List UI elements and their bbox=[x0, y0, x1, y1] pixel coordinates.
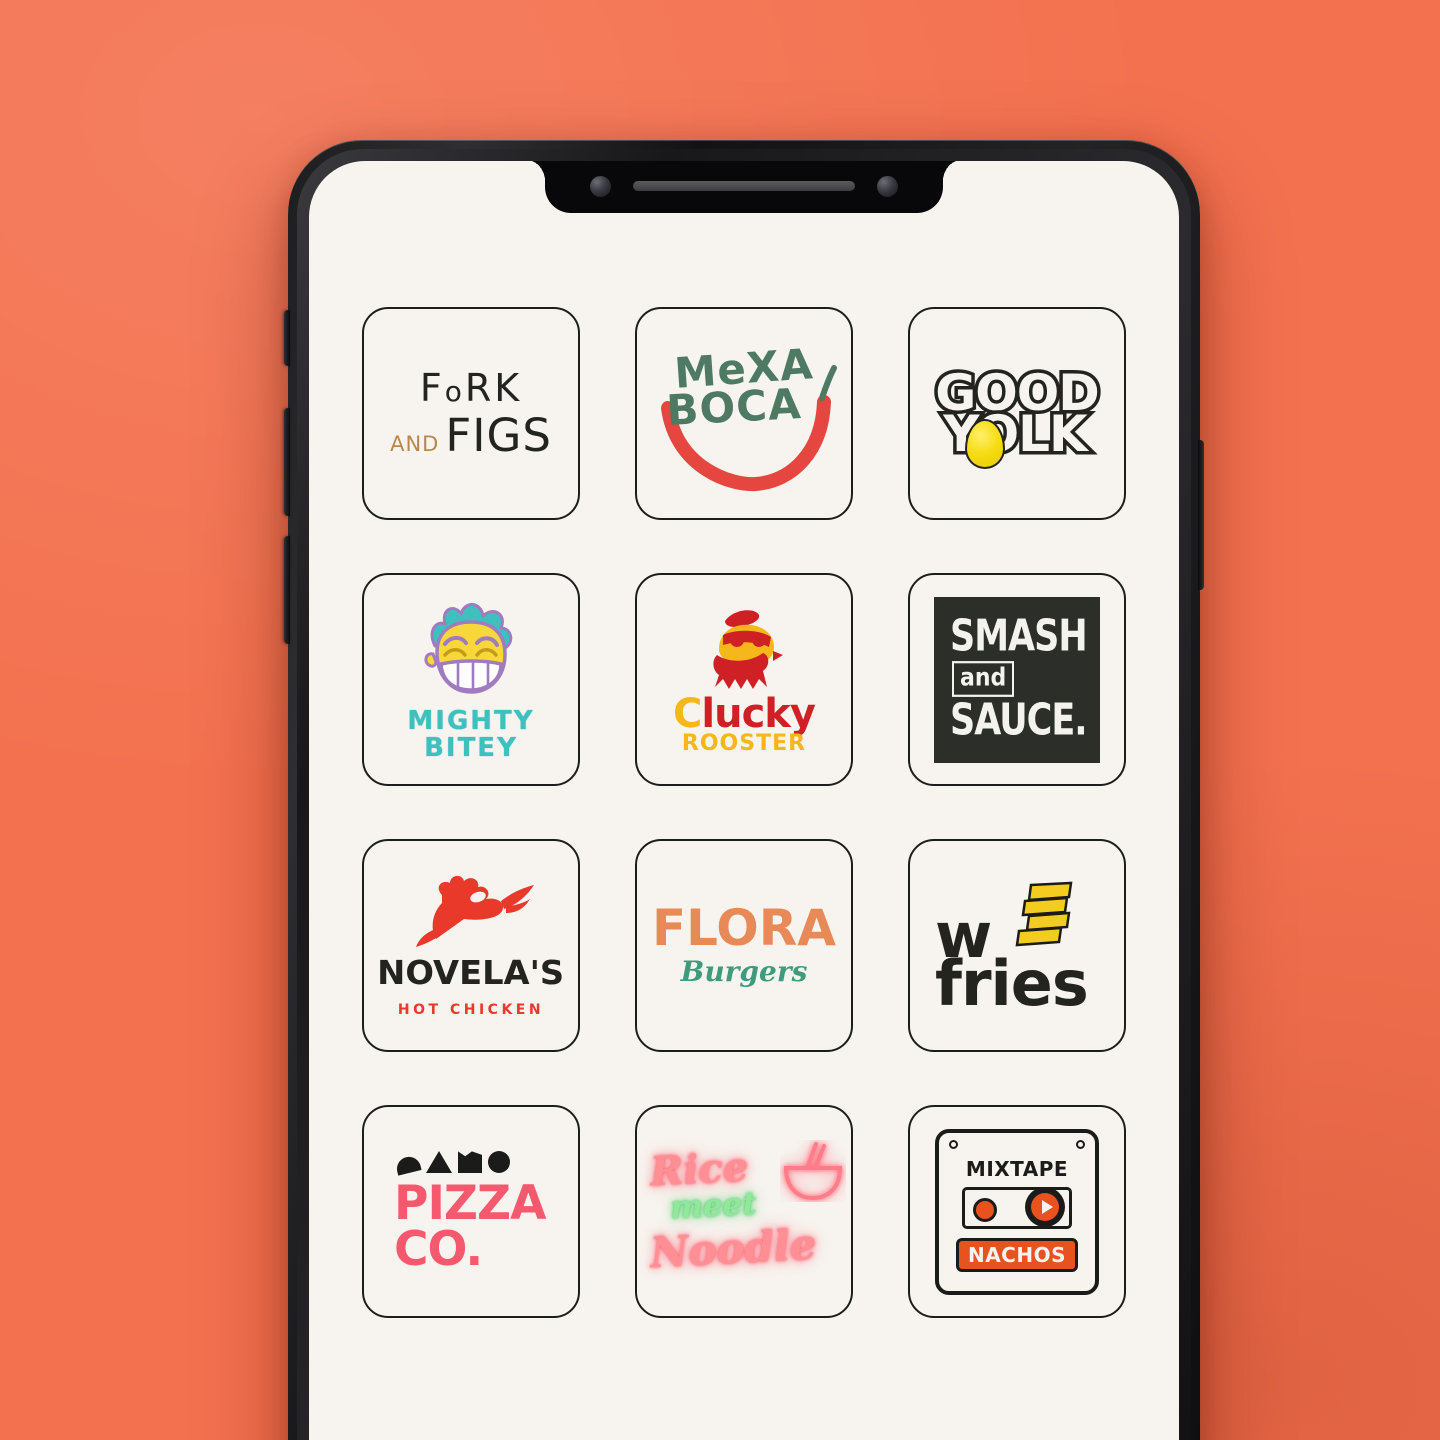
noodle-bowl-chopsticks-icon bbox=[783, 1141, 843, 1200]
fork-and-figs-line1: FoRK bbox=[419, 366, 523, 410]
fork-and-figs-line2: FIGS bbox=[445, 409, 552, 462]
rice-meet-noodle-line3: Noodle bbox=[648, 1219, 818, 1277]
logo-card-novelas-hot-chicken[interactable]: NOVELA'S HOT CHICKEN bbox=[362, 839, 580, 1052]
logo-card-w-fries[interactable]: w fries bbox=[908, 839, 1126, 1052]
cassette-tape-icon: MIXTAPE NACHOS bbox=[935, 1128, 1099, 1295]
phone-mockup: FoRK AND FIGS MeXA BOCA GOOD YOLK MIGHTY… bbox=[284, 140, 1204, 1440]
logo-card-mexa-boca[interactable]: MeXA BOCA bbox=[635, 307, 853, 520]
smash-and-sauce-line2: and bbox=[952, 660, 1015, 697]
play-button-icon[interactable] bbox=[1025, 1189, 1065, 1226]
flaming-rooster-head-icon bbox=[416, 875, 534, 947]
power-button[interactable] bbox=[1198, 440, 1204, 590]
abstract-topping-shapes-icon bbox=[394, 1151, 510, 1177]
logo-card-smash-and-sauce[interactable]: SMASH and SAUCE. bbox=[908, 573, 1126, 786]
mixtape-line2: NACHOS bbox=[967, 1242, 1067, 1267]
cassette-reel-icon bbox=[973, 1197, 997, 1222]
logo-card-mixtape-nachos[interactable]: MIXTAPE NACHOS bbox=[908, 1105, 1126, 1318]
logo-card-flora-burgers[interactable]: FLORA Burgers bbox=[635, 839, 853, 1052]
camera-dot-icon bbox=[590, 175, 611, 197]
mexa-boca-line2: BOCA bbox=[665, 379, 803, 436]
pizza-co-line2: CO. bbox=[394, 1221, 483, 1277]
flora-line2: Burgers bbox=[680, 955, 808, 988]
clucky-rooster-line1: lucky bbox=[701, 690, 816, 737]
rice-meet-noodle-line2: meet bbox=[669, 1185, 758, 1226]
rooster-with-sunglasses-icon bbox=[713, 609, 783, 689]
cassette-label: NACHOS bbox=[956, 1237, 1078, 1272]
canvas: FoRK AND FIGS MeXA BOCA GOOD YOLK MIGHTY… bbox=[0, 0, 1440, 1440]
novelas-line1: NOVELA'S bbox=[377, 953, 565, 992]
pizza-co-line1: PIZZA bbox=[394, 1176, 546, 1232]
logo-card-rice-meet-noodle[interactable]: Rice meet Noodle bbox=[635, 1105, 853, 1318]
fork-and-figs-connector: AND bbox=[390, 432, 440, 456]
mighty-bitey-line2: BITEY bbox=[424, 732, 518, 763]
logo-card-fork-and-figs[interactable]: FoRK AND FIGS bbox=[362, 307, 580, 520]
logo-card-mighty-bitey[interactable]: MIGHTY BITEY bbox=[362, 573, 580, 786]
mute-switch[interactable] bbox=[284, 310, 290, 366]
logo-card-good-yolk[interactable]: GOOD YOLK bbox=[908, 307, 1126, 520]
novelas-line2: HOT CHICKEN bbox=[397, 1002, 545, 1018]
grinning-boy-face-icon bbox=[424, 602, 513, 694]
clucky-rooster-line2: ROOSTER bbox=[681, 730, 807, 756]
clucky-rooster-initial: C bbox=[673, 690, 702, 737]
w-fries-line2: fries bbox=[935, 946, 1089, 1020]
logo-grid: FoRK AND FIGS MeXA BOCA GOOD YOLK MIGHTY… bbox=[362, 307, 1126, 1318]
volume-down-button[interactable] bbox=[284, 536, 290, 644]
flora-line1: FLORA bbox=[652, 899, 836, 957]
volume-up-button[interactable] bbox=[284, 408, 290, 516]
mixtape-line1: MIXTAPE bbox=[965, 1156, 1069, 1181]
smash-and-sauce-line1: SMASH bbox=[950, 612, 1088, 662]
phone-notch bbox=[523, 161, 943, 213]
mighty-bitey-line1: MIGHTY bbox=[407, 705, 535, 736]
smash-and-sauce-line3: SAUCE. bbox=[950, 695, 1088, 746]
cassette-screws bbox=[949, 1139, 1085, 1149]
logo-card-pizza-co[interactable]: PIZZA CO. bbox=[362, 1105, 580, 1318]
speaker-grille-icon bbox=[633, 181, 855, 191]
camera-dot-icon bbox=[877, 175, 898, 197]
phone-screen: FoRK AND FIGS MeXA BOCA GOOD YOLK MIGHTY… bbox=[309, 161, 1179, 1440]
logo-card-clucky-rooster[interactable]: Clucky ROOSTER bbox=[635, 573, 853, 786]
cassette-window bbox=[962, 1186, 1072, 1229]
